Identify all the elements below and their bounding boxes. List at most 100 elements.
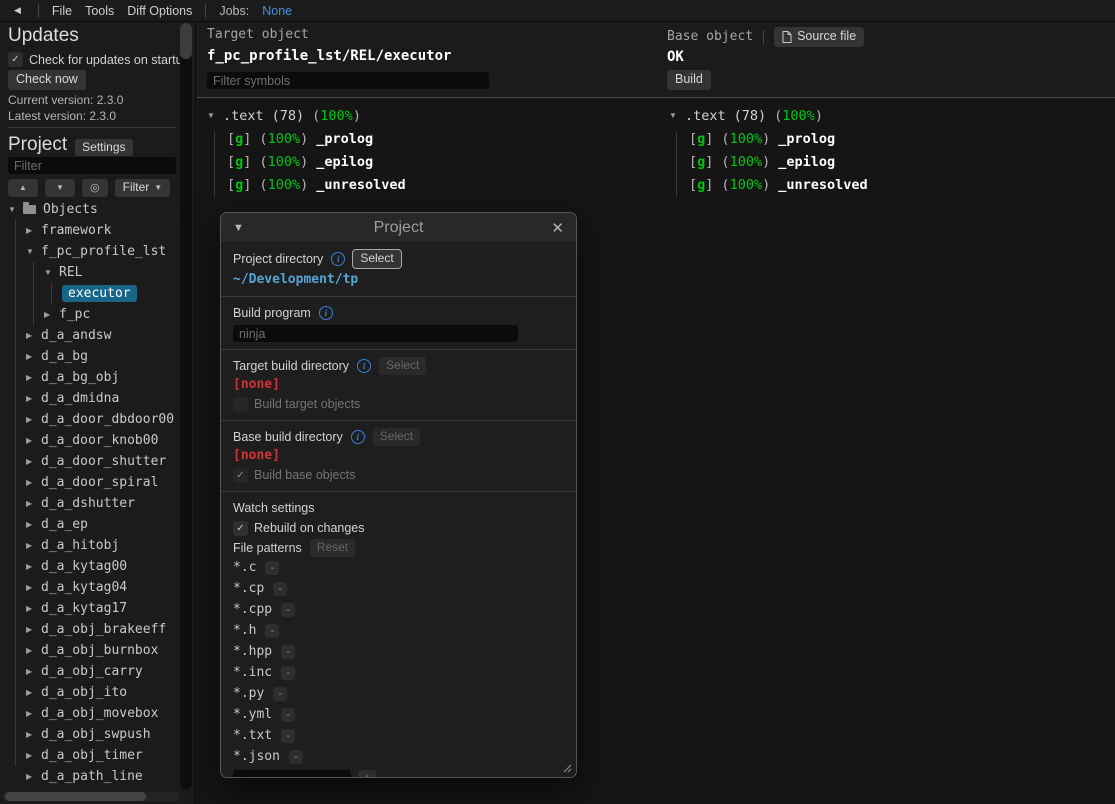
- project-settings-button[interactable]: Settings: [75, 139, 132, 156]
- chevron-down-icon: ▼: [154, 184, 162, 193]
- info-icon[interactable]: i: [331, 252, 345, 266]
- symbol-row[interactable]: [g] (100%) _unresolved: [669, 173, 868, 196]
- tree-item-objects[interactable]: ▼ Objects: [0, 199, 181, 220]
- sidebar-vertical-scrollbar-track[interactable]: [180, 23, 192, 789]
- tree-item-selected[interactable]: executor: [0, 283, 181, 304]
- info-icon[interactable]: i: [319, 306, 333, 320]
- filter-dropdown-button[interactable]: Filter ▼: [115, 179, 171, 197]
- tree-item[interactable]: ▶ d_a_ep: [0, 514, 181, 535]
- collapse-sidebar-icon[interactable]: ◀: [10, 5, 25, 16]
- tree-item[interactable]: ▶ d_a_door_dbdoor00: [0, 409, 181, 430]
- menu-file[interactable]: File: [52, 4, 72, 18]
- tree-item[interactable]: ▶ d_a_bg: [0, 346, 181, 367]
- check-icon: ✓: [236, 523, 244, 534]
- remove-pattern-button[interactable]: -: [273, 687, 287, 701]
- tree-item[interactable]: ▶ framework: [0, 220, 181, 241]
- symbol-row[interactable]: [g] (100%) _prolog: [207, 127, 406, 150]
- symbol-row[interactable]: [g] (100%) _epilog: [207, 150, 406, 173]
- sidebar-vertical-scrollbar-thumb[interactable]: [180, 23, 192, 59]
- checkbox-checked[interactable]: ✓: [8, 52, 23, 67]
- locate-current-button[interactable]: ◎: [82, 179, 108, 197]
- collapse-all-button[interactable]: ▲: [8, 179, 38, 197]
- jobs-none-link[interactable]: None: [262, 4, 292, 18]
- section-match-percent: 100%: [782, 108, 815, 124]
- select-base-build-directory-button[interactable]: Select: [373, 428, 420, 445]
- tree-item[interactable]: ▶ d_a_dshutter: [0, 493, 181, 514]
- tree-item[interactable]: ▶ d_a_kytag00: [0, 556, 181, 577]
- filter-symbols-input[interactable]: [207, 72, 489, 89]
- expand-all-button[interactable]: ▼: [45, 179, 75, 197]
- build-program-input[interactable]: [233, 325, 518, 342]
- symbol-name: _unresolved: [316, 177, 405, 193]
- tree-item[interactable]: ▶ d_a_obj_brakeeff: [0, 619, 181, 640]
- remove-pattern-button[interactable]: -: [281, 708, 295, 722]
- remove-pattern-button[interactable]: -: [281, 729, 295, 743]
- indent-guide: [51, 283, 52, 304]
- checkbox-unchecked[interactable]: [233, 397, 248, 412]
- tree-item[interactable]: ▶ d_a_door_shutter: [0, 451, 181, 472]
- select-project-directory-button[interactable]: Select: [353, 250, 400, 267]
- remove-pattern-button[interactable]: -: [281, 603, 295, 617]
- symbol-row[interactable]: [g] (100%) _epilog: [669, 150, 868, 173]
- check-updates-startup-row[interactable]: ✓ Check for updates on startup: [8, 52, 190, 67]
- tree-item[interactable]: ▶ d_a_kytag04: [0, 577, 181, 598]
- section-row-text[interactable]: ▼ .text (78) (100%): [669, 104, 868, 127]
- current-version-text: Current version: 2.3.0: [8, 93, 123, 107]
- build-button[interactable]: Build: [667, 70, 711, 90]
- tree-item[interactable]: ▶ d_a_path_line: [0, 766, 181, 787]
- tree-item[interactable]: ▶ d_a_bg_obj: [0, 367, 181, 388]
- remove-pattern-button[interactable]: -: [281, 666, 295, 680]
- close-icon[interactable]: ✕: [540, 219, 564, 237]
- symbol-row[interactable]: [g] (100%) _unresolved: [207, 173, 406, 196]
- add-pattern-button[interactable]: +: [358, 770, 376, 779]
- pattern-row: *.yml -: [233, 704, 564, 725]
- section-row-text[interactable]: ▼ .text (78) (100%): [207, 104, 406, 127]
- new-pattern-input[interactable]: [233, 770, 351, 778]
- build-target-objects-row[interactable]: Build target objects: [233, 395, 564, 413]
- project-filter-input[interactable]: [8, 157, 176, 174]
- reset-patterns-button[interactable]: Reset: [310, 539, 355, 556]
- remove-pattern-button[interactable]: -: [265, 624, 279, 638]
- rebuild-on-changes-row[interactable]: ✓ Rebuild on changes: [233, 519, 564, 537]
- source-file-button[interactable]: Source file: [774, 27, 864, 47]
- symbol-row[interactable]: [g] (100%) _prolog: [669, 127, 868, 150]
- tree-item[interactable]: ▶ d_a_door_knob00: [0, 430, 181, 451]
- tree-item[interactable]: ▶ d_a_obj_ito: [0, 682, 181, 703]
- tree-item[interactable]: ▶ d_a_obj_carry: [0, 661, 181, 682]
- tree-item[interactable]: ▶ f_pc: [0, 304, 181, 325]
- remove-pattern-button[interactable]: -: [289, 750, 303, 764]
- dialog-titlebar[interactable]: ▼ Project ✕: [221, 213, 576, 243]
- menu-tools[interactable]: Tools: [85, 4, 114, 18]
- remove-pattern-button[interactable]: -: [273, 582, 287, 596]
- tree-item[interactable]: ▶ d_a_obj_burnbox: [0, 640, 181, 661]
- checkbox-checked[interactable]: ✓: [233, 521, 248, 536]
- remove-pattern-button[interactable]: -: [281, 645, 295, 659]
- select-target-build-directory-button[interactable]: Select: [379, 357, 426, 374]
- tree-item[interactable]: ▶ d_a_obj_movebox: [0, 703, 181, 724]
- tree-item[interactable]: ▶ d_a_obj_timer: [0, 745, 181, 766]
- tree-item[interactable]: ▶ d_a_kytag17: [0, 598, 181, 619]
- checkbox-checked[interactable]: ✓: [233, 468, 248, 483]
- check-now-button[interactable]: Check now: [8, 70, 86, 90]
- tree-item[interactable]: ▶ d_a_door_spiral: [0, 472, 181, 493]
- symbol-flag: g: [235, 177, 243, 193]
- expand-icon: ▶: [26, 730, 41, 739]
- tree-item[interactable]: ▶ d_a_andsw: [0, 325, 181, 346]
- tree-item[interactable]: ▶ d_a_dmidna: [0, 388, 181, 409]
- tree-item[interactable]: ▶ d_a_hitobj: [0, 535, 181, 556]
- tree-item-label: d_a_obj_timer: [41, 748, 143, 763]
- info-icon[interactable]: i: [351, 430, 365, 444]
- remove-pattern-button[interactable]: -: [265, 561, 279, 575]
- tree-item[interactable]: ▶ d_a_obj_swpush: [0, 724, 181, 745]
- symbol-flag: g: [697, 131, 705, 147]
- resize-handle-icon[interactable]: [561, 762, 572, 773]
- collapse-icon[interactable]: ▼: [233, 222, 257, 234]
- tree-item[interactable]: ▼ REL: [0, 262, 181, 283]
- tree-item[interactable]: ▼ f_pc_profile_lst: [0, 241, 181, 262]
- section-count: (78): [734, 108, 767, 124]
- menu-diff-options[interactable]: Diff Options: [127, 4, 192, 18]
- build-base-objects-row[interactable]: ✓ Build base objects: [233, 466, 564, 484]
- tree-item-label: d_a_bg: [41, 349, 88, 364]
- info-icon[interactable]: i: [357, 359, 371, 373]
- sidebar-horizontal-scrollbar-thumb[interactable]: [5, 792, 146, 801]
